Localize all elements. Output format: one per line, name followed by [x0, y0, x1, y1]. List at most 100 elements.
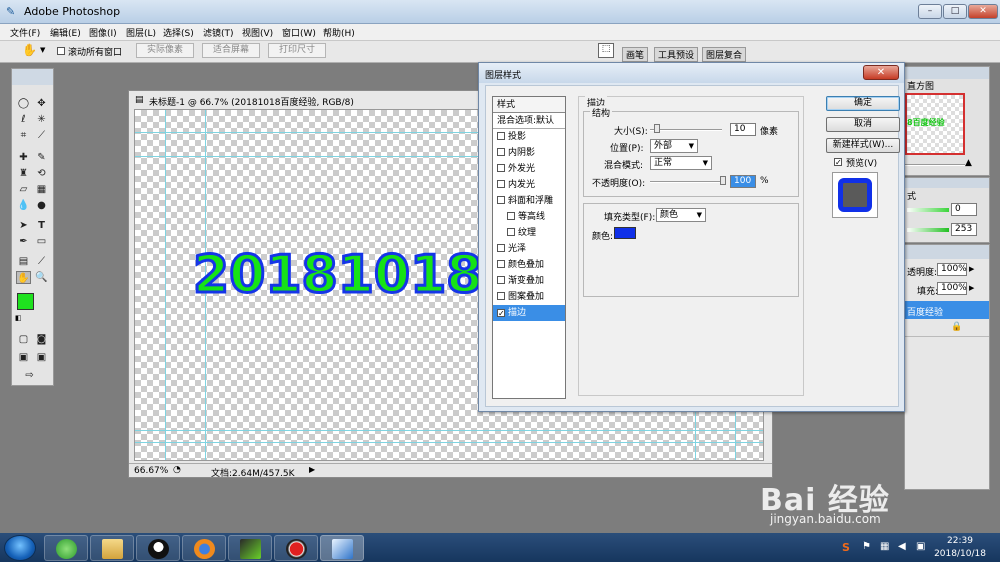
blend-mode-select[interactable]: 正常 ▼ — [650, 156, 712, 170]
dialog-close-button[interactable]: ✕ — [863, 65, 899, 80]
layer-opacity-field[interactable]: 100% — [937, 263, 967, 276]
opacity-field[interactable]: 100 — [730, 175, 756, 188]
effect-drop-shadow[interactable]: 投影 — [493, 129, 565, 145]
lasso-tool-icon[interactable]: ℓ — [16, 113, 31, 126]
checkbox-checked[interactable]: ✓ — [497, 309, 505, 318]
fit-screen-button[interactable]: 适合屏幕 — [202, 43, 260, 58]
opacity-arrow-icon[interactable]: ▶ — [969, 265, 974, 273]
taskbar-photoshop[interactable] — [320, 535, 364, 561]
menu-layer[interactable]: 图层(L) — [126, 26, 156, 39]
hand-tool-box-icon[interactable]: ✋ — [16, 271, 31, 284]
checkbox[interactable] — [497, 148, 505, 156]
effect-satin[interactable]: 光泽 — [493, 241, 565, 257]
brush-tool-icon[interactable]: ✎ — [34, 151, 49, 164]
size-slider-thumb[interactable] — [654, 124, 660, 133]
path-select-icon[interactable]: ➤ — [16, 219, 31, 232]
effect-bevel-emboss[interactable]: 斜面和浮雕 — [493, 193, 565, 209]
checkbox[interactable] — [497, 292, 505, 300]
zoom-level[interactable]: 66.67% — [134, 466, 168, 476]
jump-to-imageready-icon[interactable]: ⇨ — [22, 369, 37, 382]
color-slider-green[interactable] — [907, 208, 949, 212]
checkbox[interactable] — [497, 244, 505, 252]
gradient-tool-icon[interactable]: ▦ — [34, 183, 49, 196]
tab-histogram[interactable]: 直方图 — [907, 79, 934, 92]
taskbar-qq[interactable] — [136, 535, 180, 561]
tab-layer-comps[interactable]: 图层复合 — [702, 47, 747, 62]
shape-tool-icon[interactable]: ▭ — [34, 235, 49, 248]
tray-flag-icon[interactable]: ⚑ — [862, 541, 871, 552]
menu-edit[interactable]: 编辑(E) — [50, 26, 81, 39]
close-button[interactable]: ✕ — [968, 4, 998, 19]
stamp-tool-icon[interactable]: ♜ — [16, 167, 31, 180]
default-colors-icon[interactable]: ◧ — [15, 314, 22, 322]
zoom-tool-icon[interactable]: 🔍 — [34, 271, 49, 284]
move-tool-icon[interactable]: ✥ — [34, 97, 49, 110]
hand-tool-icon[interactable]: ✋ — [22, 43, 37, 57]
screen-mode-full-icon[interactable]: ▣ — [34, 351, 49, 364]
taskbar-recorder[interactable] — [274, 535, 318, 561]
size-slider[interactable] — [650, 129, 722, 131]
effect-inner-shadow[interactable]: 内阴影 — [493, 145, 565, 161]
menu-help[interactable]: 帮助(H) — [323, 26, 355, 39]
effect-texture[interactable]: 纹理 — [493, 225, 565, 241]
cancel-button[interactable]: 取消 — [826, 117, 900, 132]
color-value-field[interactable]: 0 — [951, 203, 977, 216]
effect-pattern-overlay[interactable]: 图案叠加 — [493, 289, 565, 305]
eraser-tool-icon[interactable]: ▱ — [16, 183, 31, 196]
checkbox[interactable] — [497, 196, 505, 204]
history-brush-icon[interactable]: ⟲ — [34, 167, 49, 180]
clock-time[interactable]: 22:39 — [930, 536, 990, 546]
marquee-tool-icon[interactable]: ◯ — [16, 97, 31, 110]
taskbar-firefox[interactable] — [182, 535, 226, 561]
menu-window[interactable]: 窗口(W) — [282, 26, 316, 39]
checkbox[interactable] — [497, 164, 505, 172]
effect-stroke[interactable]: ✓ 描边 — [493, 305, 565, 321]
print-size-button[interactable]: 打印尺寸 — [268, 43, 326, 58]
new-style-button[interactable]: 新建样式(W)... — [826, 138, 900, 153]
quick-mask-icon[interactable]: ◙ — [34, 333, 49, 346]
layer-row-selected[interactable]: 百度经验 — [905, 301, 989, 319]
start-button[interactable] — [4, 535, 36, 561]
blur-tool-icon[interactable]: 💧 — [16, 199, 31, 212]
tray-network-icon[interactable]: ▦ — [880, 541, 889, 552]
checkbox[interactable] — [497, 260, 505, 268]
layer-row-background[interactable]: 🔒 — [905, 319, 989, 337]
styles-tab-label[interactable]: 式 — [907, 189, 916, 202]
minimize-button[interactable]: – — [918, 4, 942, 19]
fill-type-select[interactable]: 颜色 ▼ — [656, 208, 706, 222]
size-field[interactable]: 10 — [730, 123, 756, 136]
actual-pixels-button[interactable]: 实际像素 — [136, 43, 194, 58]
checkbox[interactable] — [497, 180, 505, 188]
palette-well-icon[interactable]: ⬚ — [598, 43, 614, 58]
tab-brushes[interactable]: 画笔 — [622, 47, 649, 62]
menu-view[interactable]: 视图(V) — [242, 26, 273, 39]
position-select[interactable]: 外部 ▼ — [650, 139, 698, 153]
tab-tool-presets[interactable]: 工具预设 — [654, 47, 699, 62]
effect-outer-glow[interactable]: 外发光 — [493, 161, 565, 177]
effect-inner-glow[interactable]: 内发光 — [493, 177, 565, 193]
healing-brush-icon[interactable]: ✚ — [16, 151, 31, 164]
style-list-header[interactable]: 样式 — [493, 97, 565, 113]
type-tool-icon[interactable]: T — [34, 219, 49, 232]
standard-mode-icon[interactable]: ▢ — [16, 333, 31, 346]
taskbar-browser-360[interactable] — [44, 535, 88, 561]
eyedropper-icon[interactable]: ⟋ — [34, 255, 49, 268]
tray-ime-icon[interactable]: ▣ — [916, 541, 925, 552]
preview-checkbox[interactable]: ✓ — [834, 158, 842, 167]
opacity-slider-thumb[interactable] — [720, 176, 726, 185]
menu-file[interactable]: 文件(F) — [10, 26, 40, 39]
effect-gradient-overlay[interactable]: 渐变叠加 — [493, 273, 565, 289]
checkbox[interactable] — [507, 228, 515, 236]
tray-volume-icon[interactable]: ◀ — [898, 541, 906, 552]
foreground-color-swatch[interactable] — [17, 293, 34, 310]
screen-mode-icon[interactable]: ▣ — [16, 351, 31, 364]
color-slider-green-2[interactable] — [907, 228, 949, 232]
checkbox[interactable] — [497, 132, 505, 140]
crop-tool-icon[interactable]: ⌗ — [16, 129, 31, 142]
magic-wand-icon[interactable]: ✳ — [34, 113, 49, 126]
navigator-zoom-slider[interactable] — [905, 164, 965, 166]
scroll-all-windows-checkbox[interactable] — [57, 47, 65, 55]
checkbox[interactable] — [507, 212, 515, 220]
clock-date[interactable]: 2018/10/18 — [930, 549, 990, 559]
effect-contour[interactable]: 等高线 — [493, 209, 565, 225]
